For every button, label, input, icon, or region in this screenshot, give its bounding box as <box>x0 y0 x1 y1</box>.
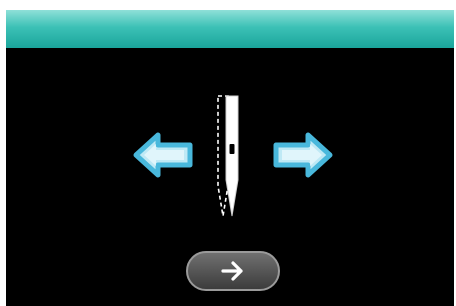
arrow-left-icon <box>133 132 193 178</box>
arrow-right-icon <box>221 261 243 281</box>
move-needle-right-button[interactable] <box>270 131 334 179</box>
needle-position-icon <box>217 95 239 217</box>
next-button[interactable] <box>186 251 280 291</box>
machine-screen <box>6 10 454 306</box>
arrow-right-icon <box>273 132 333 178</box>
move-needle-left-button[interactable] <box>132 131 196 179</box>
header-bar <box>6 10 454 48</box>
needle-position-illustration <box>208 94 254 218</box>
